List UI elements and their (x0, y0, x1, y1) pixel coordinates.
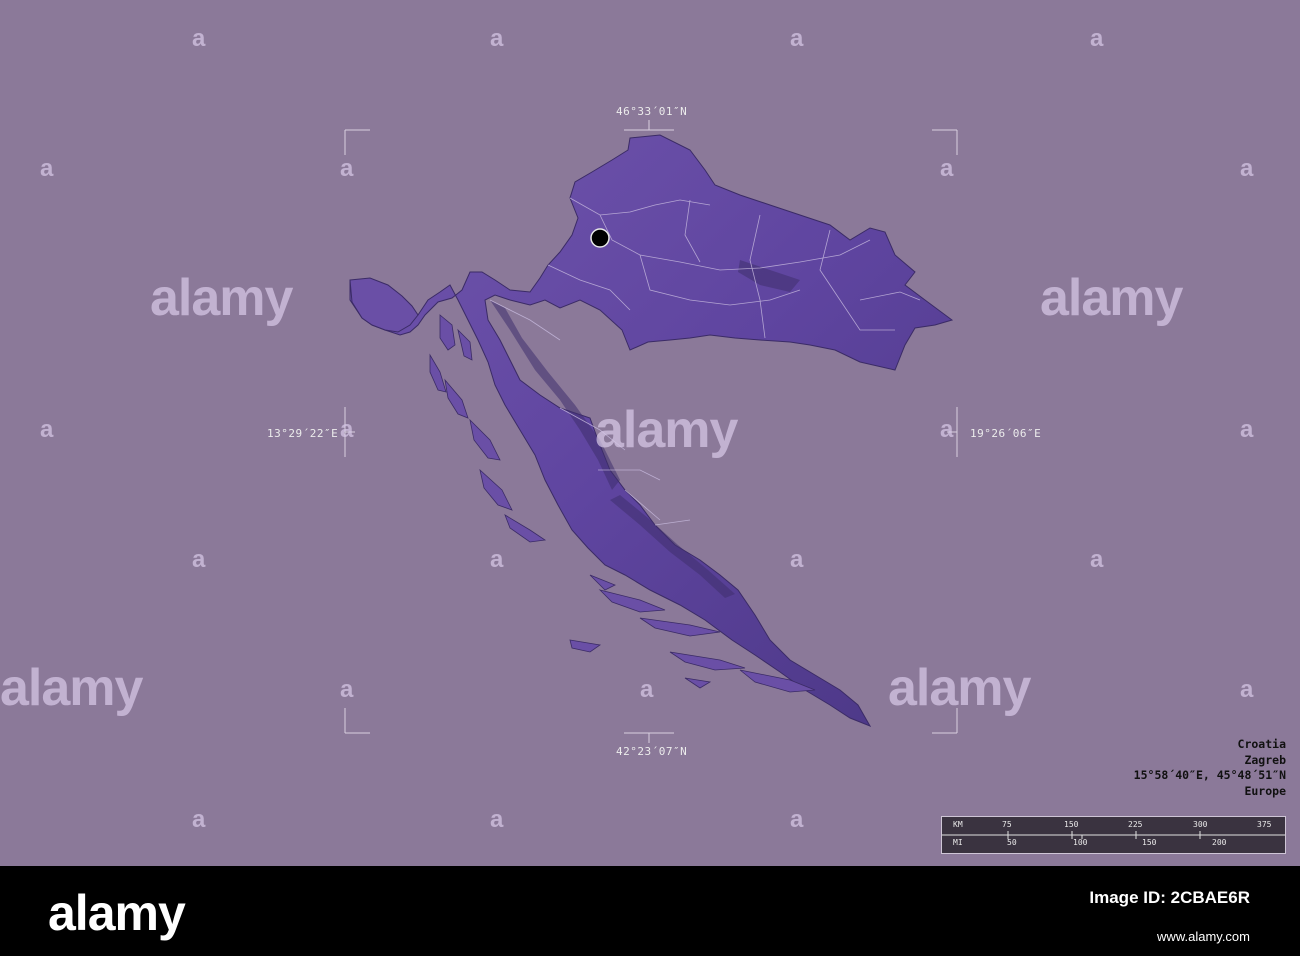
scale-mi-tick: 50 (1007, 838, 1017, 847)
watermark-mark: a (192, 25, 206, 52)
watermark-mark: a (490, 546, 504, 573)
istria (349, 277, 419, 333)
region-name: Europe (1244, 783, 1286, 798)
scale-mi-tick: 100 (1073, 838, 1088, 847)
country-name: Croatia (1237, 737, 1286, 751)
scale-bar: KM 75 150 225 300 375 MI 50 100 150 200 (941, 816, 1286, 854)
watermark-mark: a (40, 155, 54, 182)
coord-west: 13°29´22″E (267, 427, 339, 440)
scale-mi-tick: 150 (1142, 838, 1157, 847)
image-id: Image ID: 2CBAE6R (1089, 888, 1250, 908)
capital-coordinates: 15°58´40″E, 45°48´51″N (1133, 768, 1286, 782)
watermark-mark: a (192, 806, 206, 833)
watermark-mark: a (490, 806, 504, 833)
footer-logo[interactable]: alamy (48, 884, 186, 942)
watermark-logo: alamy (150, 269, 293, 327)
coord-north: 46°33´01″N (616, 105, 688, 118)
watermark-mark: a (1090, 25, 1104, 52)
watermark-mark: a (640, 676, 654, 703)
scale-mi-tick: 200 (1212, 838, 1227, 847)
watermark-logo: alamy (1040, 269, 1183, 327)
watermark-mark: a (490, 25, 504, 52)
scale-mi-label: MI (953, 838, 963, 847)
watermark-mark: a (1240, 676, 1254, 703)
map-area: 46°33´01″N 42°23´07″N 13°29´22″E 19°26´0… (0, 0, 1300, 866)
watermark-mark: a (790, 25, 804, 52)
watermark-mark: a (940, 416, 954, 443)
watermark-logo: alamy (888, 659, 1031, 717)
watermark-mark: a (790, 806, 804, 833)
footer-url[interactable]: www.alamy.com (1157, 929, 1250, 944)
location-info: Croatia Zagreb 15°58´40″E, 45°48´51″N Eu… (1134, 737, 1286, 799)
watermark-mark: a (1240, 416, 1254, 443)
watermark-mark: a (40, 416, 54, 443)
watermark-mark: a (192, 546, 206, 573)
capital-name: Zagreb (1244, 752, 1286, 767)
scale-mi-row: MI 50 100 150 200 (942, 835, 1285, 853)
watermark-logo: alamy (0, 659, 143, 717)
watermark-mark: a (790, 546, 804, 573)
capital-marker (590, 228, 610, 248)
watermark-logo: alamy (595, 401, 738, 459)
watermark-mark: a (1240, 155, 1254, 182)
watermark-mark: a (340, 676, 354, 703)
coord-east: 19°26´06″E (970, 427, 1042, 440)
footer-bar: alamy Image ID: 2CBAE6R www.alamy.com (0, 866, 1300, 956)
watermark-mark: a (340, 416, 354, 443)
coord-south: 42°23´07″N (616, 745, 688, 758)
watermark-mark: a (340, 155, 354, 182)
image-id-label: Image ID: 2CBAE6R (1089, 888, 1250, 907)
watermark-mark: a (1090, 546, 1104, 573)
watermark-mark: a (940, 155, 954, 182)
